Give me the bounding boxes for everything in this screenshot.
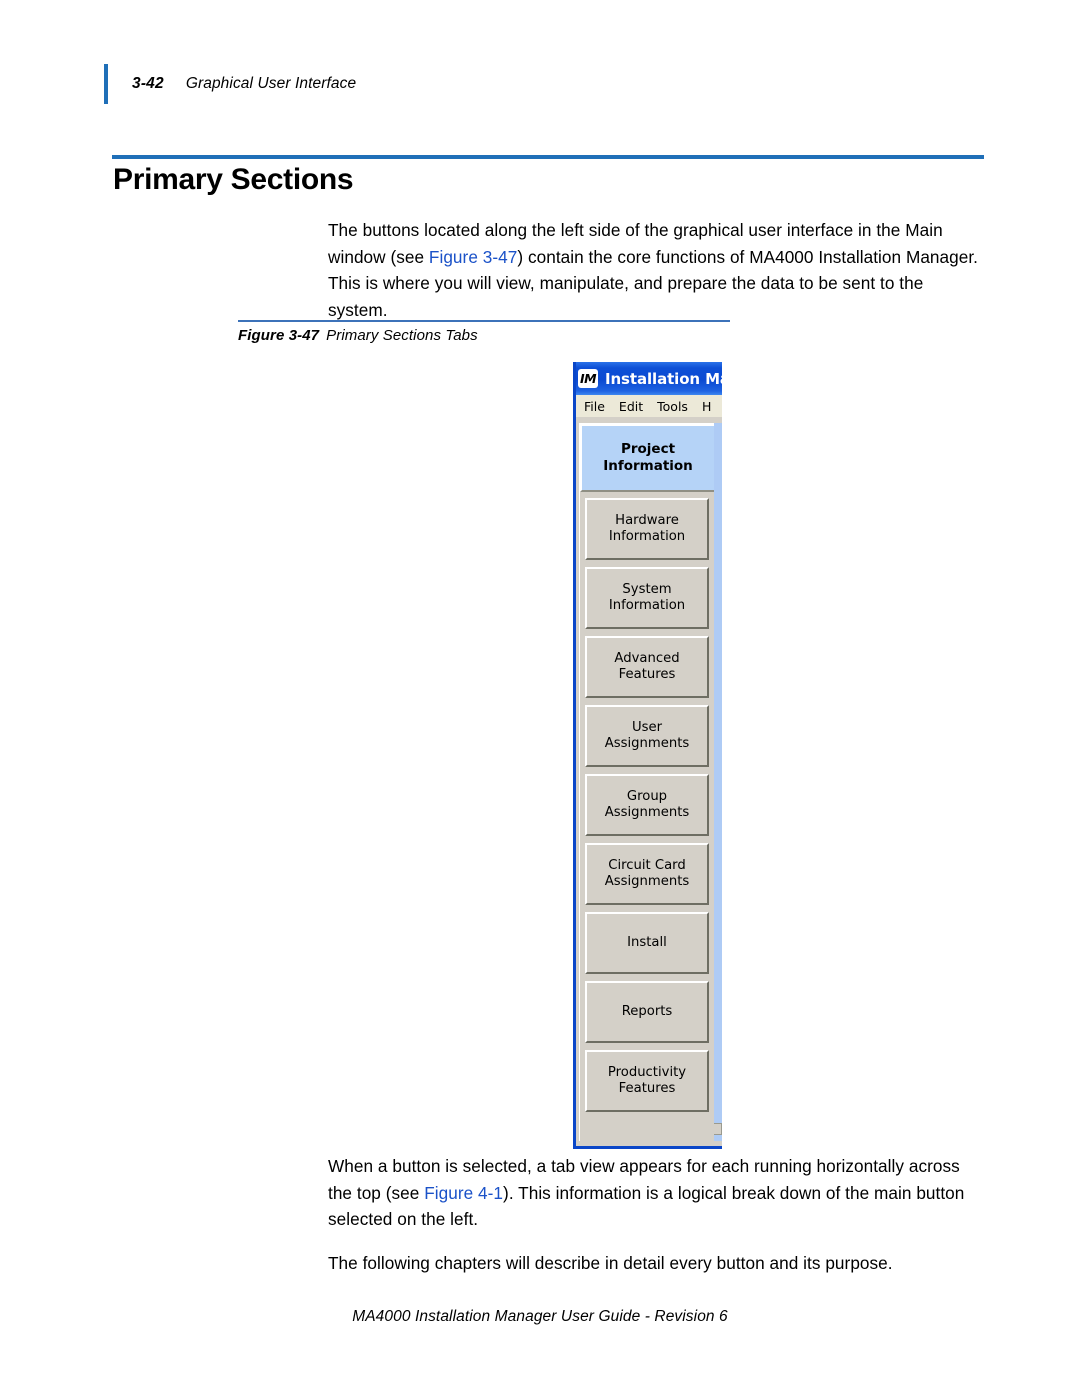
figure-caption-label: Figure 3-47: [238, 327, 320, 344]
tab-advanced-features-label-line1: Advanced: [614, 651, 680, 666]
figure-caption-rule: [238, 320, 730, 322]
tab-circuit-card-assignments[interactable]: Circuit Card Assignments: [585, 843, 709, 905]
menu-item-help[interactable]: H: [702, 399, 711, 414]
tab-advanced-features[interactable]: Advanced Features: [585, 636, 709, 698]
chapter-title: Graphical User Interface: [185, 75, 357, 92]
page-title: Primary Sections: [113, 163, 354, 196]
outro-text-block: When a button is selected, a tab view ap…: [328, 1153, 983, 1276]
header-accent-bar: [104, 64, 108, 104]
tab-project-information-label-line1: Project: [620, 441, 676, 457]
tab-reports-label-line1: Reports: [621, 1004, 673, 1019]
tab-group-assignments[interactable]: Group Assignments: [585, 774, 709, 836]
tab-user-assignments-label-line1: User: [631, 720, 663, 735]
figure-3-47-xref-link[interactable]: Figure 3-47: [429, 247, 517, 267]
outro-paragraph-2: The following chapters will describe in …: [328, 1252, 893, 1273]
tab-hardware-information-label-line1: Hardware: [615, 513, 679, 528]
heading-rule: [112, 155, 984, 159]
tab-system-information-label-line1: System: [622, 582, 672, 597]
tab-install-label-line1: Install: [627, 935, 667, 950]
figure-caption: Figure 3-47 Primary Sections Tabs: [238, 327, 478, 344]
window-client-area: Project Information Hardware Information…: [576, 417, 722, 1146]
tab-circuit-card-assignments-label-line2: Assignments: [604, 874, 690, 889]
menu-item-edit[interactable]: Edit: [619, 399, 643, 414]
intro-text-block: The buttons located along the left side …: [328, 217, 983, 323]
menu-item-tools[interactable]: Tools: [657, 399, 688, 414]
page-running-header: 3-42 Graphical User Interface: [104, 64, 984, 104]
figure-caption-text: Primary Sections Tabs: [326, 327, 478, 344]
tab-system-information-label-line2: Information: [608, 598, 686, 613]
tab-hardware-information-label-line2: Information: [608, 529, 686, 544]
tab-install[interactable]: Install: [585, 912, 709, 974]
tab-productivity-features-label-line1: Productivity: [607, 1065, 687, 1080]
window-title: Installation Ma: [605, 369, 722, 388]
menu-bar: File Edit Tools H: [576, 395, 722, 417]
tab-reports[interactable]: Reports: [585, 981, 709, 1043]
tab-system-information[interactable]: System Information: [585, 567, 709, 629]
page-number: 3-42: [132, 75, 164, 92]
window-titlebar: IM Installation Ma: [576, 362, 722, 395]
tab-group-assignments-label-line1: Group: [626, 789, 668, 804]
tab-project-information[interactable]: Project Information: [580, 424, 714, 492]
tab-circuit-card-assignments-label-line1: Circuit Card: [608, 858, 686, 873]
tab-productivity-features-label-line2: Features: [618, 1081, 676, 1096]
tab-user-assignments[interactable]: User Assignments: [585, 705, 709, 767]
tab-hardware-information[interactable]: Hardware Information: [585, 498, 709, 560]
tab-group-assignments-label-line2: Assignments: [604, 805, 690, 820]
tab-advanced-features-label-line2: Features: [618, 667, 676, 682]
page-footer: MA4000 Installation Manager User Guide -…: [0, 1308, 1080, 1326]
tab-project-information-label-line2: Information: [603, 458, 693, 474]
figure-4-1-xref-link[interactable]: Figure 4-1: [424, 1183, 503, 1203]
primary-sections-tabstrip: Project Information Hardware Information…: [579, 423, 714, 1141]
intro-paragraph: The buttons located along the left side …: [328, 217, 983, 323]
outro-paragraph-1: When a button is selected, a tab view ap…: [328, 1153, 983, 1233]
tab-user-assignments-label-line2: Assignments: [604, 736, 690, 751]
tab-productivity-features[interactable]: Productivity Features: [585, 1050, 709, 1112]
installation-manager-window-figure: IM Installation Ma File Edit Tools H Pro…: [573, 362, 722, 1149]
footer-text: MA4000 Installation Manager User Guide -…: [352, 1308, 728, 1325]
installation-manager-icon: IM: [578, 369, 598, 388]
menu-item-file[interactable]: File: [584, 399, 605, 414]
